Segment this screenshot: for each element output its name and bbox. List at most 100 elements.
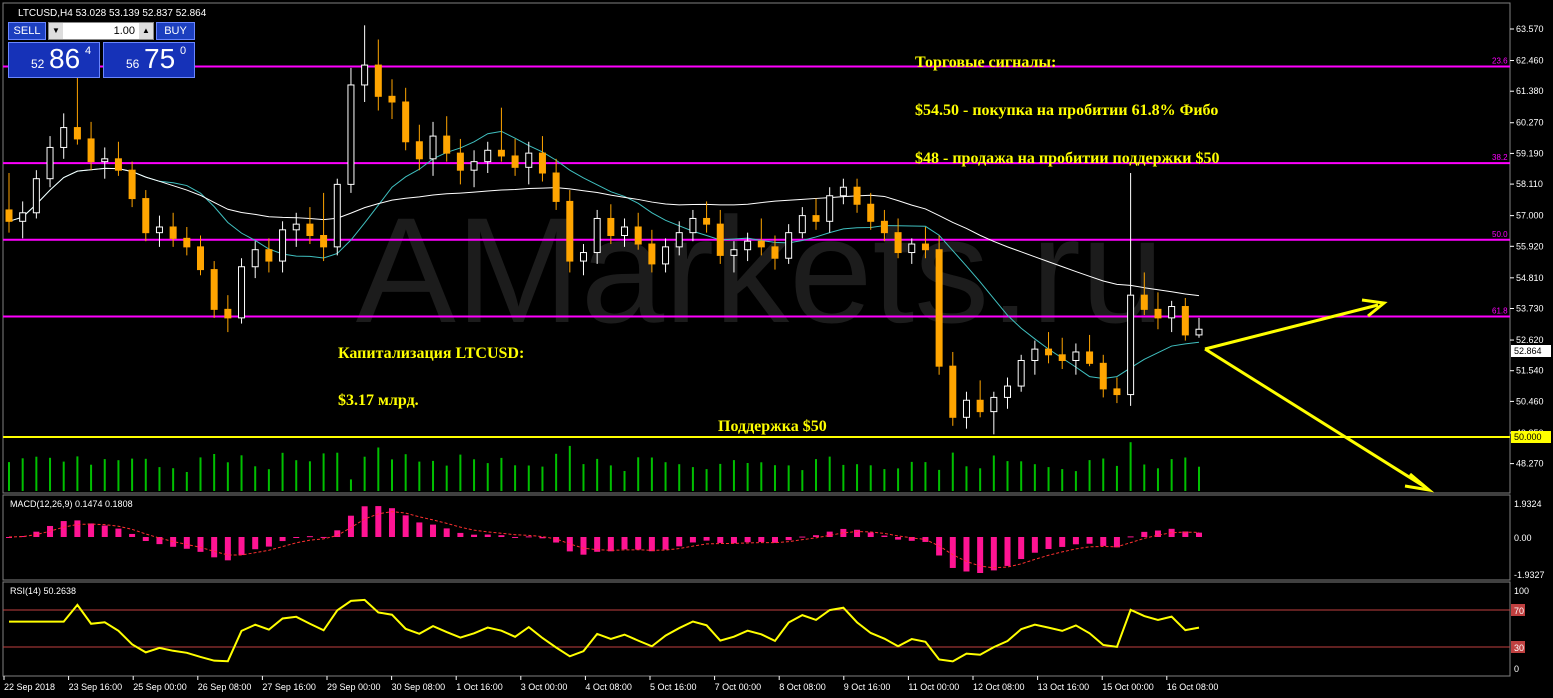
fib-label: 61.8 <box>1492 306 1508 315</box>
ask-price-button[interactable]: 56 75 0 <box>103 42 195 78</box>
signals-title: Торговые сигналы: <box>915 54 1056 71</box>
candle-body <box>648 243 656 265</box>
candle-body <box>46 146 54 180</box>
candle-body <box>1195 328 1203 336</box>
signal-buy: $54.50 - покупка на пробитии 61.8% Фибо <box>915 102 1218 119</box>
price-tick-label: 51.540 <box>1516 366 1544 376</box>
macd-bar <box>977 537 984 573</box>
candle-body <box>169 226 177 239</box>
macd-bar <box>101 525 108 537</box>
time-tick-label: 7 Oct 00:00 <box>715 682 762 692</box>
buy-button[interactable]: BUY <box>156 22 195 40</box>
chart-area[interactable]: AMarkets.ru 23.6 38.2 50.0 61.8 LTCUSD,H4 5… <box>0 0 1553 698</box>
candle-body <box>19 212 27 222</box>
candle-body <box>415 141 423 160</box>
price-tick-label: 62.460 <box>1516 56 1544 66</box>
rsi-line <box>9 598 1200 663</box>
macd-bar <box>689 537 696 543</box>
support-price-tag: 50.000 <box>1511 431 1551 443</box>
macd-bar <box>813 535 820 537</box>
candle-body <box>1004 385 1012 398</box>
macd-bar <box>648 537 655 552</box>
macd-bar <box>758 537 765 542</box>
fib-label: 50.0 <box>1492 230 1508 239</box>
macd-bar <box>129 533 136 537</box>
candle-body <box>525 152 533 168</box>
macd-bar <box>799 536 806 538</box>
macd-bar <box>183 537 190 549</box>
macd-bar <box>525 536 532 538</box>
current-price-tag: 52.864 <box>1511 345 1551 357</box>
rsi-label: RSI(14) 50.2638 <box>10 586 76 596</box>
macd-bar <box>580 537 587 555</box>
candle-body <box>798 215 806 234</box>
macd-bar <box>416 522 423 537</box>
macd-bar <box>1004 537 1011 566</box>
watermark: AMarkets.ru <box>356 186 1165 354</box>
time-tick-label: 9 Oct 16:00 <box>844 682 891 692</box>
time-tick-label: 4 Oct 08:00 <box>585 682 632 692</box>
bid-price-button[interactable]: 52 86 4 <box>8 42 100 78</box>
svg-text:70: 70 <box>1514 606 1524 616</box>
macd-bar <box>785 537 792 541</box>
candle-body <box>566 200 574 262</box>
lot-size-input[interactable]: ▼ 1.00 ▲ <box>48 22 154 40</box>
candle-body <box>238 266 246 319</box>
time-tick-label: 11 Oct 00:00 <box>908 682 959 692</box>
macd-bar <box>115 528 122 537</box>
macd-bar <box>88 523 95 537</box>
bid-price-sup: 4 <box>85 45 92 57</box>
time-tick-label: 27 Sep 16:00 <box>262 682 316 692</box>
lot-size-value[interactable]: 1.00 <box>114 25 135 37</box>
macd-bar <box>402 515 409 537</box>
macd-bar <box>949 537 956 568</box>
macd-bar <box>265 537 272 547</box>
svg-text:0.00: 0.00 <box>1514 533 1532 543</box>
candle-body <box>1181 306 1189 336</box>
svg-text:-1.9327: -1.9327 <box>1514 570 1545 580</box>
macd-bar <box>484 534 491 537</box>
macd-label: MACD(12,26,9) 0.1474 0.1808 <box>10 499 133 509</box>
candle-body <box>990 396 998 413</box>
candle-body <box>1099 362 1107 390</box>
candle-body <box>839 186 847 197</box>
time-tick-label: 22 Sep 2018 <box>4 682 55 692</box>
candle-body <box>87 138 95 163</box>
svg-text:1.9324: 1.9324 <box>1514 499 1542 509</box>
candle-body <box>1140 294 1148 310</box>
candle-body <box>607 217 615 237</box>
macd-bar <box>211 537 218 558</box>
lot-decrease-icon[interactable]: ▼ <box>49 23 63 39</box>
candle-body <box>880 220 888 234</box>
macd-bar <box>238 537 245 556</box>
lot-increase-icon[interactable]: ▲ <box>139 23 153 39</box>
candle-body <box>1086 351 1094 364</box>
price-axis: 63.570 62.460 61.380 60.270 59.190 58.110 57.0… <box>1510 24 1544 469</box>
time-tick-label: 23 Sep 16:00 <box>69 682 123 692</box>
candle-body <box>224 308 232 319</box>
one-click-trading-panel: SELL ▼ 1.00 ▲ BUY 52 86 4 56 75 0 <box>8 22 195 78</box>
macd-indicator <box>6 506 1202 573</box>
macd-bar <box>306 536 313 538</box>
time-tick-label: 29 Sep 00:00 <box>327 682 381 692</box>
candle-body <box>128 169 136 200</box>
macd-bar <box>1059 537 1066 547</box>
candle-body <box>976 399 984 413</box>
candle-body <box>593 217 601 254</box>
candle-body <box>484 149 492 163</box>
candle-body <box>1072 351 1080 361</box>
macd-bar <box>60 521 67 537</box>
candle-body <box>210 269 218 310</box>
macd-bar <box>881 535 888 537</box>
macd-axis: 1.9324 0.00 -1.9327 <box>1514 499 1545 580</box>
candle-body <box>361 64 369 86</box>
candle-body <box>538 152 546 174</box>
macd-bar <box>703 537 710 541</box>
price-tick-label: 55.920 <box>1516 241 1544 251</box>
candle-body <box>292 223 300 231</box>
macd-bar <box>142 537 149 541</box>
candle-body <box>1058 354 1066 361</box>
macd-bar <box>771 537 778 543</box>
macd-bar <box>1113 537 1120 548</box>
sell-button[interactable]: SELL <box>8 22 46 40</box>
